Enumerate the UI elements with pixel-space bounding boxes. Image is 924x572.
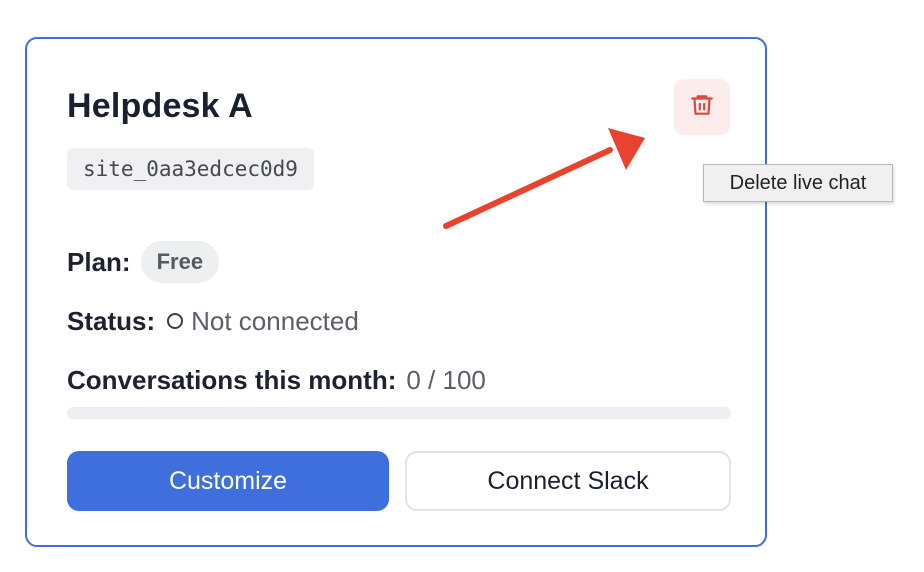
- plan-row: Plan: Free: [67, 241, 220, 283]
- conversations-label: Conversations this month:: [67, 364, 397, 395]
- customize-button[interactable]: Customize: [67, 451, 389, 511]
- circle-outline-icon: [167, 313, 184, 329]
- delete-tooltip: Delete live chat: [703, 164, 893, 202]
- card-title: Helpdesk A: [67, 87, 253, 125]
- site-id-badge: site_0aa3edcec0d9: [67, 148, 314, 190]
- live-chat-card: Helpdesk A site_0aa3edcec0d9 Plan: Free …: [25, 37, 767, 547]
- trash-icon: [689, 92, 715, 123]
- delete-live-chat-button[interactable]: [674, 79, 730, 135]
- status-row: Status: Not connected: [67, 304, 359, 338]
- conversations-progress-bar: [67, 407, 731, 419]
- status-label: Status:: [67, 305, 156, 336]
- plan-badge: Free: [140, 241, 220, 283]
- status-value: Not connected: [191, 305, 359, 336]
- conversations-row: Conversations this month: 0 / 100: [67, 363, 486, 397]
- plan-label: Plan:: [67, 246, 131, 277]
- connect-slack-button[interactable]: Connect Slack: [405, 451, 731, 511]
- conversations-value: 0 / 100: [406, 364, 486, 395]
